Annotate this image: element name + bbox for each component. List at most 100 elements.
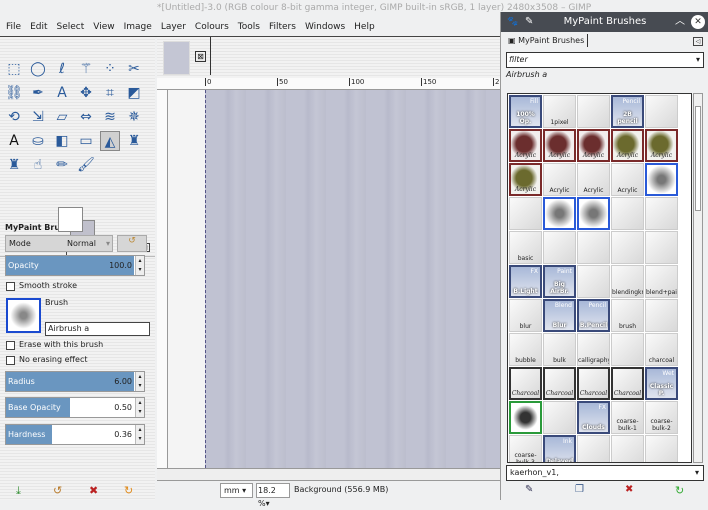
no-erasing-checkbox[interactable] (6, 356, 15, 365)
move-tool-icon[interactable]: ✥ (76, 83, 96, 103)
ellipse-select-tool-icon[interactable]: ◯ (28, 59, 48, 79)
brush-item[interactable]: Acrylic (611, 129, 644, 162)
brush-preview[interactable] (6, 298, 41, 333)
menu-windows[interactable]: Windows (305, 22, 345, 32)
brush-item[interactable]: FX Clouds (577, 401, 610, 434)
rotate-tool-icon[interactable]: ⟲ (4, 107, 24, 127)
brush-item[interactable] (577, 265, 610, 298)
brush-item[interactable] (645, 197, 678, 230)
brush-item[interactable]: Acrylic (509, 163, 542, 196)
handle-transform-tool-icon[interactable]: ✵ (124, 107, 144, 127)
clone-tool-icon[interactable]: ♜ (124, 131, 144, 151)
warp-tool-icon[interactable]: ≋ (100, 107, 120, 127)
brush-item[interactable]: blendingknife (611, 265, 644, 298)
menu-image[interactable]: Image (124, 22, 152, 32)
brush-item[interactable]: basic (509, 231, 542, 264)
heal-tool-icon[interactable]: ♜ (4, 155, 24, 175)
foreground-select-tool-icon[interactable]: ⛓ (4, 83, 24, 103)
brush-item[interactable]: Charcoal (611, 367, 644, 400)
measure-tool-icon[interactable]: A (52, 83, 72, 103)
menu-layer[interactable]: Layer (161, 22, 186, 32)
brush-item[interactable] (645, 299, 678, 332)
foreground-color[interactable] (58, 207, 83, 232)
bucket-fill-tool-icon[interactable]: ⛀ (28, 131, 48, 151)
select-by-color-tool-icon[interactable]: ⁘ (100, 59, 120, 79)
zoom-select[interactable]: 18.2 %▾ (256, 483, 290, 508)
brush-item[interactable]: coarse-bulk-1 (611, 401, 644, 434)
close-icon[interactable]: ✕ (691, 15, 705, 29)
brush-item[interactable]: Acrylic (509, 129, 542, 162)
brush-item[interactable]: bubble (509, 333, 542, 366)
tag-entry[interactable]: kaerhon_v1, ▾ (506, 465, 704, 481)
menu-view[interactable]: View (93, 22, 114, 32)
brush-item[interactable] (543, 231, 576, 264)
menu-tools[interactable]: Tools (238, 22, 260, 32)
brush-item[interactable] (577, 435, 610, 462)
menu-help[interactable]: Help (354, 22, 375, 32)
brush-item[interactable]: blur (509, 299, 542, 332)
shear-tool-icon[interactable]: ▱ (52, 107, 72, 127)
brush-item[interactable]: Wet Classic P. (645, 367, 678, 400)
brush-item[interactable]: Acrylic (543, 163, 576, 196)
brush-item[interactable] (645, 95, 678, 128)
brush-item[interactable]: Pencil 2B pencil (611, 95, 644, 128)
hardness-slider[interactable]: Hardness 0.36 ▴ ▾ (5, 424, 145, 445)
reset-icon[interactable]: ↻ (124, 484, 133, 497)
spin-arrows-icon[interactable]: ▴ ▾ (135, 372, 144, 391)
scale-tool-icon[interactable]: ⇲ (28, 107, 48, 127)
menu-file[interactable]: File (6, 22, 21, 32)
reset-mode-button[interactable]: ↺ (117, 235, 147, 252)
brush-item[interactable] (543, 401, 576, 434)
scissors-tool-icon[interactable]: ✂ (124, 59, 144, 79)
brush-item[interactable]: charcoal (645, 333, 678, 366)
free-select-tool-icon[interactable]: ℓ (52, 59, 72, 79)
smudge-tool-icon[interactable]: ☝ (28, 155, 48, 175)
mode-select[interactable]: Mode Normal ▾ (5, 235, 113, 252)
brush-item[interactable] (611, 333, 644, 366)
erase-checkbox[interactable] (6, 341, 15, 350)
refresh-icon[interactable]: ↻ (675, 484, 684, 497)
gradient-tool-icon[interactable]: ◧ (52, 131, 72, 151)
base-opacity-slider[interactable]: Base Opacity 0.50 ▴ ▾ (5, 397, 145, 418)
paintbrush-tool-icon[interactable]: 🖌 (76, 155, 96, 175)
horizontal-scrollbar[interactable] (157, 468, 500, 480)
image-tab-thumbnail[interactable] (163, 41, 190, 75)
brush-item[interactable] (577, 231, 610, 264)
brush-name-field[interactable]: Airbrush a (45, 322, 150, 336)
restore-icon[interactable]: ↺ (53, 484, 62, 497)
pencil-tool-icon[interactable]: ✏ (52, 155, 72, 175)
brush-item[interactable]: Pencil B.Pencil (577, 299, 610, 332)
delete-brush-icon[interactable]: ✖ (625, 484, 633, 495)
brush-item[interactable]: bulk (543, 333, 576, 366)
close-image-icon[interactable]: ⊠ (195, 51, 206, 62)
unified-transform-tool-icon[interactable]: ◩ (124, 83, 144, 103)
brush-item[interactable] (645, 163, 678, 196)
opacity-slider[interactable]: Opacity 100.0 ▴ ▾ (5, 255, 145, 276)
paths-tool-icon[interactable]: ✒ (28, 83, 48, 103)
brush-item[interactable]: FX B.Light (509, 265, 542, 298)
crop-tool-icon[interactable]: ⌗ (100, 83, 120, 103)
delete-icon[interactable]: ✖ (89, 484, 98, 497)
brush-item[interactable]: Charcoal (577, 367, 610, 400)
brush-item[interactable]: Fill 100% Op. (509, 95, 542, 128)
spin-arrows-icon[interactable]: ▴ ▾ (135, 425, 144, 444)
pin-icon[interactable]: ✎ (525, 12, 533, 32)
brush-item[interactable]: Acrylic (611, 163, 644, 196)
brush-item[interactable]: Acrylic (577, 129, 610, 162)
fuzzy-select-tool-icon[interactable]: ⚚ (76, 59, 96, 79)
menu-colours[interactable]: Colours (195, 22, 229, 32)
brush-item[interactable]: Paint Big AirBr. (543, 265, 576, 298)
panel-menu-icon[interactable]: ◁ (693, 37, 703, 46)
mypaint-brush-tool-icon[interactable]: ◭ (100, 131, 120, 151)
brush-item[interactable] (543, 197, 576, 230)
brush-item[interactable]: Charcoal (543, 367, 576, 400)
rect-select-tool-icon[interactable]: ⬚ (4, 59, 24, 79)
tab-mypaint-brushes[interactable]: ▣ MyPaint Brushes (505, 34, 589, 47)
filter-input[interactable]: filter ▾ (506, 52, 704, 68)
menu-edit[interactable]: Edit (30, 22, 47, 32)
brush-item[interactable] (577, 95, 610, 128)
brush-item[interactable]: coarse-bulk-2 (645, 401, 678, 434)
brush-item[interactable]: blend+paint (645, 265, 678, 298)
brush-item[interactable] (611, 231, 644, 264)
brush-item[interactable]: Acrylic (543, 129, 576, 162)
